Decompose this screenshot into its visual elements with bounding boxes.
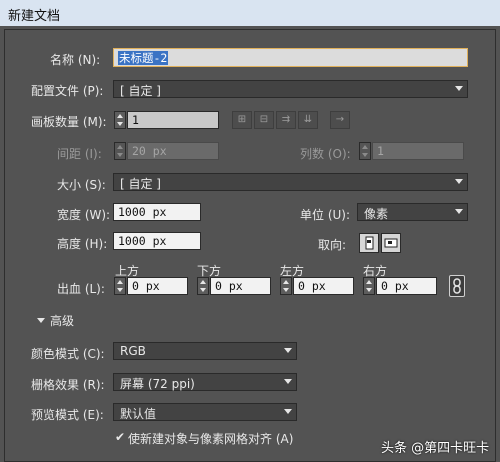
portrait-button[interactable] [359,233,379,253]
bleed-left-input[interactable]: 0 px [293,277,354,295]
bleed-top-stepper[interactable] [114,277,126,295]
name-value: 未标题-2 [118,51,169,65]
bleed-top-input[interactable]: 0 px [127,277,188,295]
raster-effects-label: 栅格效果 (R): [31,378,105,392]
bleed-bottom-input[interactable]: 0 px [210,277,271,295]
width-value: 1000 px [118,205,167,219]
arrange-by-column-icon[interactable]: ⇊ [298,111,318,129]
window-title-bar[interactable]: 新建文档 [0,0,500,27]
bleed-right-value: 0 px [381,279,409,293]
window-title: 新建文档 [8,9,61,24]
height-value: 1000 px [118,234,167,248]
units-select[interactable]: 像素 [357,203,468,221]
arrange-by-row-icon[interactable]: ⇉ [276,111,296,129]
bleed-right-stepper[interactable] [363,277,375,295]
raster-effects-dropdown-icon [284,379,292,384]
grid-by-row-icon[interactable]: ⊞ [232,111,252,129]
columns-stepper[interactable] [359,142,371,160]
bleed-left-value: 0 px [298,279,326,293]
advanced-label: 高级 [50,314,75,328]
width-input[interactable]: 1000 px [113,203,201,221]
align-pixel-grid-label: 使新建对象与像素网格对齐 (A) [128,432,294,446]
align-pixel-grid-checkbox[interactable]: ✔ 使新建对象与像素网格对齐 (A) [115,430,315,446]
preview-mode-value: 默认值 [120,407,157,421]
artboards-input[interactable]: 1 [127,111,219,129]
right-to-left-icon[interactable]: → [330,111,350,129]
size-value: [ 自定 ] [120,177,161,191]
bleed-top-value: 0 px [132,279,160,293]
landscape-button[interactable] [381,233,401,253]
grid-by-column-icon[interactable]: ⊟ [254,111,274,129]
name-input[interactable]: 未标题-2 [113,48,468,67]
bleed-right-input[interactable]: 0 px [376,277,437,295]
expand-triangle-icon [37,318,45,323]
preview-mode-select[interactable]: 默认值 [113,403,297,421]
orientation-label: 取向: [318,238,347,252]
color-mode-label: 颜色模式 (C): [31,347,105,361]
height-input[interactable]: 1000 px [113,232,201,250]
preview-mode-dropdown-icon [284,409,292,414]
columns-value: 1 [377,144,384,158]
color-mode-dropdown-icon [284,348,292,353]
units-dropdown-icon [455,209,463,214]
landscape-icon [384,238,398,248]
size-dropdown-icon [455,179,463,184]
profile-dropdown-icon [455,86,463,91]
profile-value: [ 自定 ] [120,84,161,98]
width-label: 宽度 (W): [57,208,111,222]
columns-label: 列数 (O): [300,147,351,161]
bleed-left-stepper[interactable] [280,277,292,295]
profile-label: 配置文件 (P): [31,84,104,98]
portrait-icon [365,236,374,250]
bleed-bottom-value: 0 px [215,279,243,293]
link-bleed-button[interactable] [449,275,465,297]
spacing-label: 间距 (I): [57,147,102,161]
bleed-bottom-stepper[interactable] [197,277,209,295]
color-mode-value: RGB [120,344,146,358]
spacing-input[interactable]: 20 px [127,142,219,160]
spacing-stepper[interactable] [114,142,126,160]
checkmark-icon: ✔ [115,430,126,444]
profile-select[interactable]: [ 自定 ] [113,80,468,98]
units-label: 单位 (U): [300,208,351,222]
artboards-label: 画板数量 (M): [31,115,107,129]
watermark: 头条 @第四卡旺卡 [381,441,490,456]
artboards-stepper[interactable] [114,111,126,129]
artboards-value: 1 [132,113,139,127]
chain-link-icon [453,278,461,294]
raster-effects-select[interactable]: 屏幕 (72 ppi) [113,373,297,391]
size-select[interactable]: [ 自定 ] [113,173,468,191]
spacing-value: 20 px [132,144,167,158]
color-mode-select[interactable]: RGB [113,342,297,360]
name-label: 名称 (N): [50,53,101,67]
preview-mode-label: 预览模式 (E): [31,408,104,422]
columns-input[interactable]: 1 [372,142,464,160]
units-value: 像素 [364,207,389,221]
height-label: 高度 (H): [57,237,108,251]
size-label: 大小 (S): [57,178,106,192]
raster-effects-value: 屏幕 (72 ppi) [120,377,195,391]
bleed-label: 出血 (L): [57,282,105,296]
